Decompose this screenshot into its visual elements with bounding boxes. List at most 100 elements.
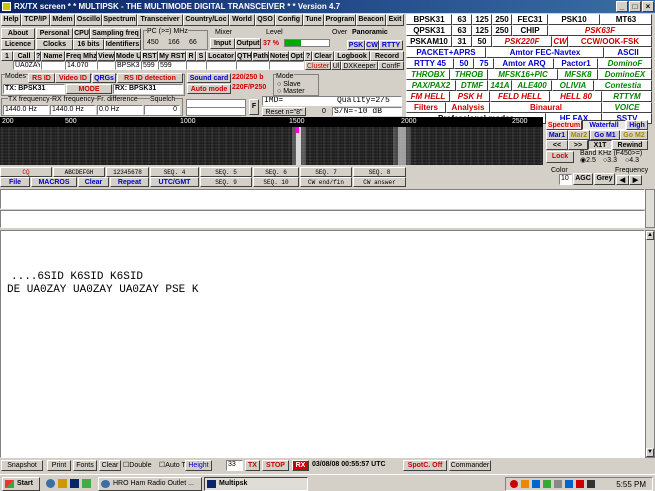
mode-button-ale400[interactable]: ALE400 bbox=[512, 80, 552, 91]
menu-config[interactable]: Config bbox=[275, 14, 303, 26]
rs-input[interactable] bbox=[186, 61, 206, 70]
start-button[interactable]: Start bbox=[2, 477, 40, 491]
taskbar-item-multipsk[interactable]: Multipsk bbox=[204, 477, 308, 491]
mar2-button[interactable]: Mar2 bbox=[568, 130, 590, 140]
tx-button[interactable]: TX bbox=[245, 460, 260, 471]
reset-button[interactable]: Reset n="8" bbox=[262, 107, 306, 116]
log-r-button[interactable]: R bbox=[186, 51, 196, 61]
freq-left-arrow-icon[interactable]: ◀ bbox=[616, 175, 629, 185]
mode-button-olivia[interactable]: OLIVIA bbox=[552, 80, 594, 91]
radio-master[interactable]: ○ Master bbox=[277, 88, 305, 96]
log-opt-button[interactable]: Opt bbox=[289, 51, 304, 61]
macro-seq-4[interactable]: SEQ. 4 bbox=[150, 167, 199, 177]
macro-cq[interactable]: CQ bbox=[0, 167, 52, 177]
scroll-down-icon[interactable]: ▼ bbox=[646, 448, 654, 457]
mixer-output-button[interactable]: Output bbox=[235, 38, 261, 49]
clocks-button[interactable]: Clocks bbox=[36, 39, 73, 50]
myrst-input[interactable]: 599 bbox=[158, 61, 186, 70]
name-input[interactable] bbox=[41, 61, 65, 70]
qth-input[interactable] bbox=[236, 61, 269, 70]
app-launch-icon[interactable] bbox=[82, 479, 91, 488]
tray-icon-4[interactable] bbox=[543, 480, 551, 488]
log-number[interactable]: 1 bbox=[1, 51, 13, 61]
back-button[interactable]: << bbox=[546, 140, 568, 150]
pc-speed-166[interactable]: 166 bbox=[168, 39, 180, 47]
rewind-button[interactable]: Rewind bbox=[612, 140, 648, 150]
mode-button-packet-aprs[interactable]: PACKET+APRS bbox=[406, 47, 486, 58]
tx-frequency-value[interactable]: 1440.0 Hz bbox=[3, 105, 49, 115]
panoramic-rtty-button[interactable]: RTTY bbox=[379, 40, 403, 50]
mode-button-amtor-fec-navtex[interactable]: Amtor FEC-Navtex bbox=[486, 47, 604, 58]
mode-button-hell-80[interactable]: HELL 80 bbox=[550, 91, 602, 102]
rst-input[interactable]: 599 bbox=[141, 61, 158, 70]
waterfall-display[interactable] bbox=[0, 127, 543, 165]
mode-button-analysis[interactable]: Analysis bbox=[446, 102, 490, 113]
taskbar-item-hro[interactable]: HRO Ham Radio Outlet ... bbox=[98, 477, 202, 491]
browser-icon[interactable] bbox=[46, 479, 55, 488]
scroll-up-icon[interactable]: ▲ bbox=[646, 231, 654, 240]
tx-edit-area-1[interactable] bbox=[0, 189, 645, 209]
rx-frequency-value[interactable]: 1440.0 Hz bbox=[50, 105, 96, 115]
mode-button-125[interactable]: 125 bbox=[472, 25, 492, 36]
mode-button-voice[interactable]: VOICE bbox=[602, 102, 652, 113]
rx-scrollbar[interactable]: ▲ ▼ bbox=[645, 230, 655, 458]
clear-text-button[interactable]: Clear bbox=[99, 460, 121, 471]
pc-speed-66[interactable]: 66 bbox=[189, 39, 197, 47]
mode-button-ccw-ook-fsk[interactable]: CCW/OOK-FSK bbox=[568, 36, 652, 47]
mode-button-pskam10[interactable]: PSKAM10 bbox=[406, 36, 452, 47]
tray-icon-8[interactable] bbox=[587, 480, 595, 488]
menu-country-loc[interactable]: Country/Loc bbox=[183, 14, 229, 26]
tray-icon-7[interactable] bbox=[576, 480, 584, 488]
mode-button-psk10[interactable]: PSK10 bbox=[548, 14, 600, 25]
menu-program[interactable]: Program bbox=[324, 14, 356, 26]
folder-icon[interactable] bbox=[58, 479, 67, 488]
mode-button-psk220f[interactable]: PSK220F bbox=[492, 36, 552, 47]
tab-spectrum[interactable]: Spectrum bbox=[546, 120, 582, 130]
mode-button-dtmf[interactable]: DTMF bbox=[456, 80, 488, 91]
x1t-button[interactable]: X1T bbox=[588, 140, 612, 150]
macro-cw-end-fin[interactable]: CW end/fin bbox=[300, 177, 352, 187]
tab-high[interactable]: High bbox=[626, 120, 648, 130]
dxkeeper-button[interactable]: DXKeeper bbox=[341, 61, 378, 70]
conff-button[interactable]: ConfF bbox=[378, 61, 404, 70]
mixer-input-button[interactable]: Input bbox=[210, 38, 235, 49]
log-call-button[interactable]: Call bbox=[13, 51, 35, 61]
bandwidth-3-3[interactable]: ○3.3 bbox=[603, 157, 617, 165]
fonts-button[interactable]: Fonts bbox=[73, 460, 97, 471]
view-input[interactable] bbox=[97, 61, 115, 70]
double-checkbox[interactable]: ☐Double bbox=[123, 462, 151, 470]
panoramic-cw-button[interactable]: CW bbox=[365, 40, 379, 50]
rx-button[interactable]: RX bbox=[292, 460, 309, 471]
macro-cw-answer[interactable]: CW answer bbox=[353, 177, 406, 187]
16bits-button[interactable]: 16 bits bbox=[73, 39, 104, 50]
mode-button-psk63f[interactable]: PSK63F bbox=[548, 25, 652, 36]
agc-button[interactable]: AGC bbox=[573, 173, 593, 185]
mar1-button[interactable]: Mar1 bbox=[546, 130, 568, 140]
lock-button[interactable]: Lock bbox=[546, 151, 574, 163]
mode-button-dominof[interactable]: DominoF bbox=[598, 58, 652, 69]
mode-button-141a[interactable]: 141A bbox=[488, 80, 512, 91]
mode-button-pax-pax2[interactable]: PAX/PAX2 bbox=[406, 80, 456, 91]
mode-button-throbx[interactable]: THROBX bbox=[406, 69, 450, 80]
squelch-slider[interactable] bbox=[186, 99, 246, 116]
personal-button[interactable]: Personal bbox=[36, 28, 73, 39]
grey-button[interactable]: Grey bbox=[594, 173, 615, 185]
macro-file[interactable]: File bbox=[0, 177, 30, 187]
bandwidth-4-3[interactable]: ○4.3 bbox=[625, 157, 639, 165]
volume-icon[interactable] bbox=[554, 480, 562, 488]
mode-button-mfsk16-pic[interactable]: MFSK16+PIC bbox=[488, 69, 558, 80]
print-button[interactable]: Print bbox=[47, 460, 71, 471]
mode-button-pactor1[interactable]: Pactor1 bbox=[554, 58, 598, 69]
logbook-button[interactable]: Logbook bbox=[334, 51, 370, 61]
about-button[interactable]: About bbox=[1, 28, 35, 39]
go-m2-button[interactable]: Go M2 bbox=[620, 130, 648, 140]
mode-button-throb[interactable]: THROB bbox=[450, 69, 488, 80]
menu-tcpip[interactable]: TCP/IP bbox=[21, 14, 50, 26]
tray-icon-2[interactable] bbox=[521, 480, 529, 488]
freq-difference-value[interactable]: 0.0 Hz bbox=[97, 105, 143, 115]
squelch-value[interactable]: 0 bbox=[144, 105, 180, 115]
log-help-button[interactable]: ? bbox=[304, 51, 312, 61]
pc-speed-450[interactable]: 450 bbox=[147, 39, 159, 47]
tx-edit-area-2[interactable] bbox=[0, 210, 645, 228]
menu-oscillo[interactable]: Oscillo bbox=[75, 14, 102, 26]
